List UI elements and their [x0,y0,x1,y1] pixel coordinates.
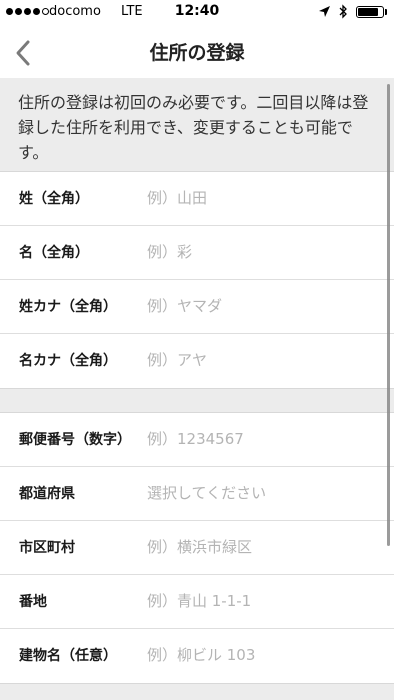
first-name-kana-label: 名カナ（全角） [19,353,117,369]
battery-tip [385,9,387,15]
form-row-first-name: 名（全角） [0,226,394,280]
last-name-kana-label: 姓カナ（全角） [19,299,117,315]
street-label: 番地 [19,594,47,610]
last-name-kana-input[interactable] [144,290,386,322]
form-row-last-name-kana: 姓カナ（全角） [0,280,394,334]
first-name-label: 名（全角） [19,245,89,261]
bottom-separator [0,683,394,700]
form-row-postal-code: 郵便番号（数字） [0,413,394,467]
address-section: 郵便番号（数字） 都道府県 市区町村 番地 建物名（任意） [0,413,394,683]
section-separator [0,388,394,413]
last-name-label: 姓（全角） [19,191,89,207]
form-row-street: 番地 [0,575,394,629]
form-row-last-name: 姓（全角） [0,172,394,226]
info-banner: 住所の登録は初回のみ必要です。二回目以降は登録した住所を利用でき、変更することも… [0,78,394,172]
prefecture-select[interactable] [144,477,386,509]
status-bar: docomo LTE 12:40 [0,0,394,26]
city-input[interactable] [144,531,386,563]
prefecture-label: 都道府県 [19,486,75,502]
postal-code-label: 郵便番号（数字） [19,432,131,448]
last-name-input[interactable] [144,182,386,214]
first-name-input[interactable] [144,236,386,268]
name-section: 姓（全角） 名（全角） 姓カナ（全角） 名カナ（全角） [0,172,394,388]
form-row-prefecture: 都道府県 [0,467,394,521]
status-time: 12:40 [174,3,220,19]
street-input[interactable] [144,585,386,617]
first-name-kana-input[interactable] [144,344,386,376]
form-row-city: 市区町村 [0,521,394,575]
navigation-bar: 住所の登録 [0,26,394,78]
city-label: 市区町村 [19,540,75,556]
building-label: 建物名（任意） [19,648,117,664]
scrollbar[interactable] [387,84,390,546]
bluetooth-icon [338,4,348,23]
location-arrow-icon [318,5,331,22]
building-input[interactable] [144,639,386,671]
form-row-first-name-kana: 名カナ（全角） [0,334,394,388]
page-title: 住所の登録 [149,42,245,64]
postal-code-input[interactable] [144,423,386,455]
info-text: 住所の登録は初回のみ必要です。二回目以降は登録した住所を利用でき、変更することも… [18,93,369,162]
form-row-building: 建物名（任意） [0,629,394,683]
battery-icon [356,6,384,18]
